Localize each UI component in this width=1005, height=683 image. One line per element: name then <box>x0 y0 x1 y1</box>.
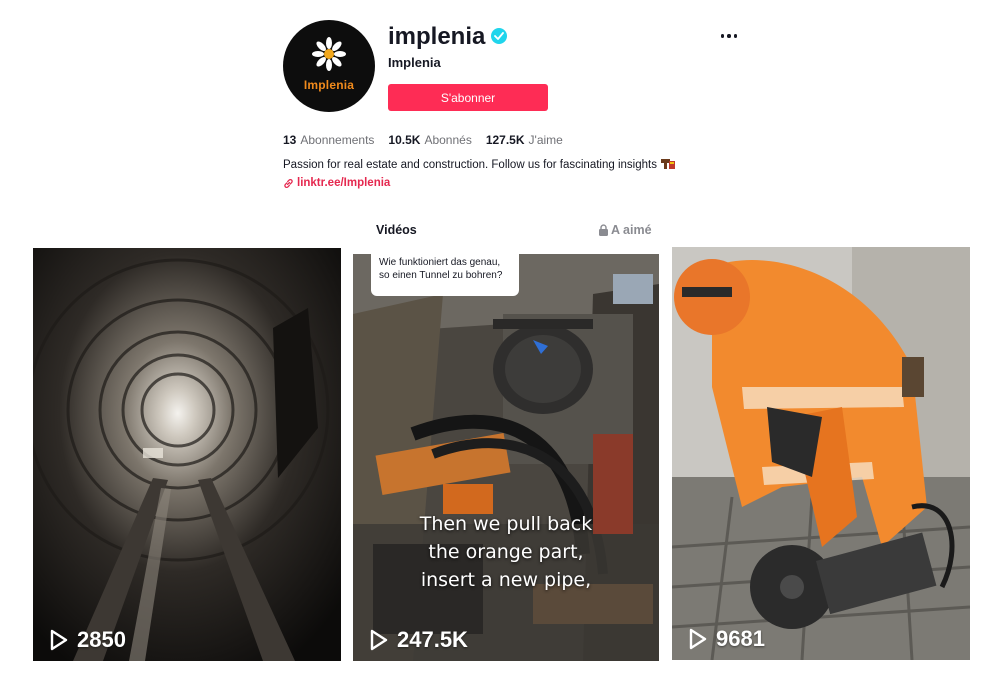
more-options-icon[interactable] <box>716 26 742 46</box>
profile-bio: Passion for real estate and construction… <box>283 157 675 171</box>
avatar-brand-text: Implenia <box>303 78 355 92</box>
view-count-text: 2850 <box>77 627 126 652</box>
play-icon <box>50 629 68 651</box>
profile-stats: 13 Abonnements 10.5K Abonnés 127.5K J'aime <box>283 133 563 147</box>
video-card[interactable]: Wie funktioniert das genau, so einen Tun… <box>353 254 659 661</box>
verified-badge-icon <box>491 28 507 44</box>
stat-likes: 127.5K J'aime <box>486 133 563 147</box>
video-card[interactable]: 2850 <box>33 248 341 661</box>
video-thumbnail-worker <box>672 247 970 660</box>
overlay-line: the orange part, <box>428 541 584 563</box>
stat-following-count: 13 <box>283 133 297 147</box>
stat-followers[interactable]: 10.5K Abonnés <box>388 133 471 147</box>
stat-likes-label: J'aime <box>528 133 563 147</box>
stat-following-label: Abonnements <box>300 133 375 147</box>
play-icon <box>370 629 388 651</box>
view-count: 9681 <box>688 626 765 652</box>
tab-liked-label: A aimé <box>611 223 652 237</box>
daisy-logo-icon <box>312 37 346 71</box>
overlay-line: Then we pull back <box>419 513 593 535</box>
construction-emoji-icon <box>660 159 675 169</box>
link-icon <box>284 178 293 188</box>
profile-username: implenia <box>388 23 486 50</box>
tab-liked[interactable]: A aimé <box>598 223 652 237</box>
profile-link-text: linktr.ee/Implenia <box>297 177 391 189</box>
reply-caption: Wie funktioniert das genau, so einen Tun… <box>371 254 519 296</box>
view-count: 247.5K <box>369 627 468 653</box>
video-overlay-text: Then we pull back the orange part, inser… <box>353 510 659 594</box>
lock-icon <box>599 224 608 236</box>
view-count-text: 247.5K <box>397 627 468 652</box>
reply-caption-text: Wie funktioniert das genau, so einen Tun… <box>379 257 503 281</box>
follow-button[interactable]: S'abonner <box>388 84 548 111</box>
avatar[interactable]: Implenia <box>283 20 375 112</box>
play-icon <box>689 628 707 650</box>
view-count-text: 9681 <box>716 626 765 651</box>
stat-following[interactable]: 13 Abonnements <box>283 133 374 147</box>
video-thumbnail-boring-machine <box>353 254 659 661</box>
view-count: 2850 <box>49 627 126 653</box>
stat-likes-count: 127.5K <box>485 133 525 147</box>
profile-nickname: Implenia <box>388 55 441 70</box>
tab-videos[interactable]: Vidéos <box>376 223 417 237</box>
profile-link[interactable]: linktr.ee/Implenia <box>283 177 390 189</box>
bio-text: Passion for real estate and construction… <box>283 159 657 171</box>
video-card[interactable]: 9681 <box>672 247 970 660</box>
stat-followers-label: Abonnés <box>424 133 472 147</box>
overlay-line: insert a new pipe, <box>420 569 592 591</box>
stat-followers-count: 10.5K <box>388 133 421 147</box>
video-thumbnail-tunnel <box>33 248 341 661</box>
